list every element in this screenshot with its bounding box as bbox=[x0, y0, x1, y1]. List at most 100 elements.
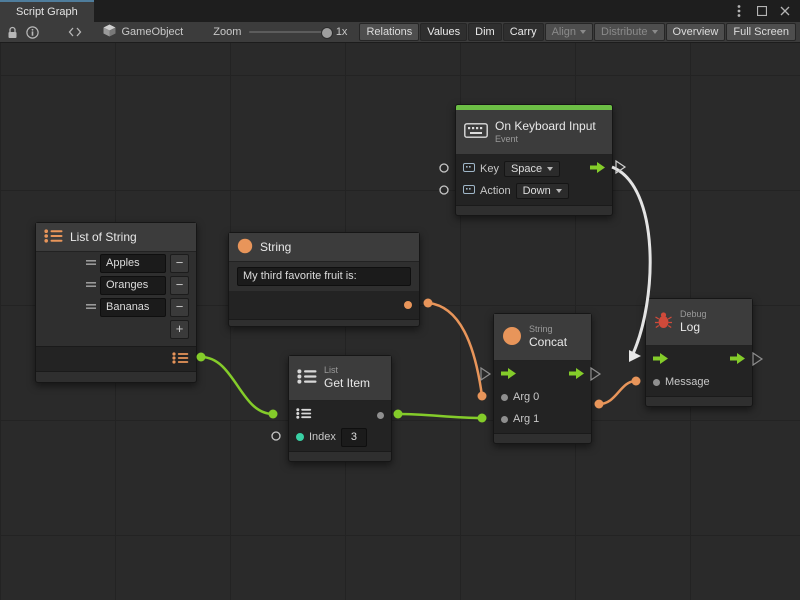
tab-title: Script Graph bbox=[16, 6, 78, 18]
keyboard-flow-triangle[interactable] bbox=[616, 161, 625, 173]
list-item-row: Oranges − bbox=[36, 274, 196, 296]
align-button[interactable]: Align bbox=[545, 23, 593, 41]
remove-item-button[interactable]: − bbox=[170, 298, 189, 317]
full-screen-button[interactable]: Full Screen bbox=[726, 23, 796, 41]
concat-flow-out-triangle[interactable] bbox=[591, 368, 600, 380]
maximize-icon[interactable] bbox=[755, 4, 769, 18]
window-controls bbox=[732, 0, 800, 22]
action-external-port[interactable] bbox=[440, 186, 448, 194]
getitem-list-endpoint[interactable] bbox=[269, 410, 278, 419]
node-list-of-string[interactable]: List of String Apples − Oranges − bbox=[35, 222, 197, 383]
drag-handle-icon[interactable] bbox=[86, 257, 96, 269]
list-output-endpoint[interactable] bbox=[197, 353, 206, 362]
tab-script-graph[interactable]: Script Graph bbox=[0, 0, 94, 22]
remove-item-button[interactable]: − bbox=[170, 254, 189, 273]
node-category: Debug bbox=[680, 309, 707, 320]
wire-string-to-concat bbox=[428, 303, 482, 396]
drag-handle-icon[interactable] bbox=[86, 279, 96, 291]
zoom-value: 1x bbox=[336, 26, 348, 38]
node-title: On Keyboard Input bbox=[495, 119, 596, 133]
list-input-port[interactable] bbox=[296, 408, 312, 422]
distribute-button[interactable]: Distribute bbox=[594, 23, 664, 41]
node-string-literal[interactable]: String My third favorite fruit is: bbox=[228, 232, 420, 327]
flow-input-port[interactable] bbox=[501, 368, 516, 382]
action-dropdown[interactable]: Down bbox=[516, 183, 569, 199]
log-flow-out-triangle[interactable] bbox=[753, 353, 762, 365]
log-flow-in-arrowhead[interactable] bbox=[629, 350, 641, 362]
index-input-row: Index 3 bbox=[289, 426, 391, 448]
values-button[interactable]: Values bbox=[420, 23, 467, 41]
keyboard-icon bbox=[464, 123, 488, 141]
keyboard-mini-icon bbox=[463, 163, 475, 175]
item-output-port[interactable] bbox=[377, 412, 384, 419]
index-field[interactable]: 3 bbox=[341, 428, 367, 447]
action-port-row: Action Down bbox=[456, 180, 612, 202]
zoom-slider-handle[interactable] bbox=[321, 27, 333, 39]
flow-input-port[interactable] bbox=[653, 353, 668, 367]
list-item-field-0[interactable]: Apples bbox=[100, 254, 166, 273]
string-output-port[interactable] bbox=[404, 301, 412, 309]
string-value-field[interactable]: My third favorite fruit is: bbox=[237, 267, 411, 286]
title-bar: Script Graph bbox=[0, 0, 800, 22]
relations-button[interactable]: Relations bbox=[359, 23, 419, 41]
code-icon[interactable] bbox=[66, 23, 84, 41]
string-output-endpoint[interactable] bbox=[424, 299, 433, 308]
arg0-label: Arg 0 bbox=[513, 391, 539, 403]
list-icon bbox=[297, 369, 317, 387]
list-output-port[interactable] bbox=[172, 352, 189, 367]
node-title: Log bbox=[680, 320, 707, 334]
wire-concat-to-log bbox=[599, 381, 636, 404]
wire-getitem-to-concat bbox=[398, 414, 482, 418]
node-subtitle: Event bbox=[495, 134, 596, 145]
wire-list-to-getitem bbox=[201, 357, 273, 414]
list-item-field-2[interactable]: Bananas bbox=[100, 298, 166, 317]
list-item-field-1[interactable]: Oranges bbox=[100, 276, 166, 295]
node-category: List bbox=[324, 365, 370, 376]
remove-item-button[interactable]: − bbox=[170, 276, 189, 295]
overview-button[interactable]: Overview bbox=[666, 23, 726, 41]
flow-output-port[interactable] bbox=[730, 353, 745, 367]
zoom-slider[interactable] bbox=[249, 31, 327, 33]
node-debug-log[interactable]: Debug Log Message bbox=[645, 298, 753, 407]
graph-canvas[interactable]: On Keyboard Input Event Key Space bbox=[0, 0, 800, 600]
graph-toolbar: GameObject Zoom 1x Relations Values Dim … bbox=[0, 22, 800, 43]
list-icon bbox=[44, 229, 63, 246]
arg0-input-port[interactable] bbox=[501, 394, 508, 401]
arg1-row: Arg 1 bbox=[494, 408, 591, 430]
concat-arg0-endpoint[interactable] bbox=[478, 392, 487, 401]
close-icon[interactable] bbox=[778, 4, 792, 18]
node-get-item[interactable]: List Get Item Index 3 bbox=[288, 355, 392, 462]
carry-button[interactable]: Carry bbox=[503, 23, 544, 41]
node-concat[interactable]: String Concat Arg 0 bbox=[493, 313, 592, 444]
info-icon[interactable] bbox=[24, 23, 42, 41]
dim-button[interactable]: Dim bbox=[468, 23, 502, 41]
unity-cube-icon bbox=[103, 24, 116, 40]
key-port-row: Key Space bbox=[456, 158, 612, 180]
drag-handle-icon[interactable] bbox=[86, 301, 96, 313]
key-dropdown[interactable]: Space bbox=[504, 161, 560, 177]
add-item-button[interactable]: + bbox=[170, 320, 189, 339]
gameobject-reference[interactable]: GameObject bbox=[103, 24, 183, 40]
getitem-output-endpoint[interactable] bbox=[394, 410, 403, 419]
concat-flow-in-triangle[interactable] bbox=[481, 368, 490, 380]
log-message-endpoint[interactable] bbox=[632, 377, 641, 386]
list-item-row: Apples − bbox=[36, 252, 196, 274]
node-category: String bbox=[529, 324, 567, 335]
key-external-port[interactable] bbox=[440, 164, 448, 172]
flow-row bbox=[646, 349, 752, 371]
kebab-menu-icon[interactable] bbox=[732, 4, 746, 18]
concat-arg1-endpoint[interactable] bbox=[478, 414, 487, 423]
node-title: Concat bbox=[529, 335, 567, 349]
node-on-keyboard-input[interactable]: On Keyboard Input Event Key Space bbox=[455, 104, 613, 216]
index-input-port[interactable] bbox=[296, 433, 304, 441]
flow-output-port[interactable] bbox=[590, 162, 605, 176]
gameobject-label: GameObject bbox=[121, 26, 183, 38]
flow-output-port[interactable] bbox=[569, 368, 584, 382]
arg1-input-port[interactable] bbox=[501, 416, 508, 423]
toolbar-buttons: Relations Values Dim Carry Align Distrib… bbox=[359, 23, 796, 41]
lock-icon[interactable] bbox=[4, 23, 22, 41]
index-external-port[interactable] bbox=[272, 432, 280, 440]
node-title: Get Item bbox=[324, 376, 370, 390]
concat-output-endpoint[interactable] bbox=[595, 400, 604, 409]
message-input-port[interactable] bbox=[653, 379, 660, 386]
